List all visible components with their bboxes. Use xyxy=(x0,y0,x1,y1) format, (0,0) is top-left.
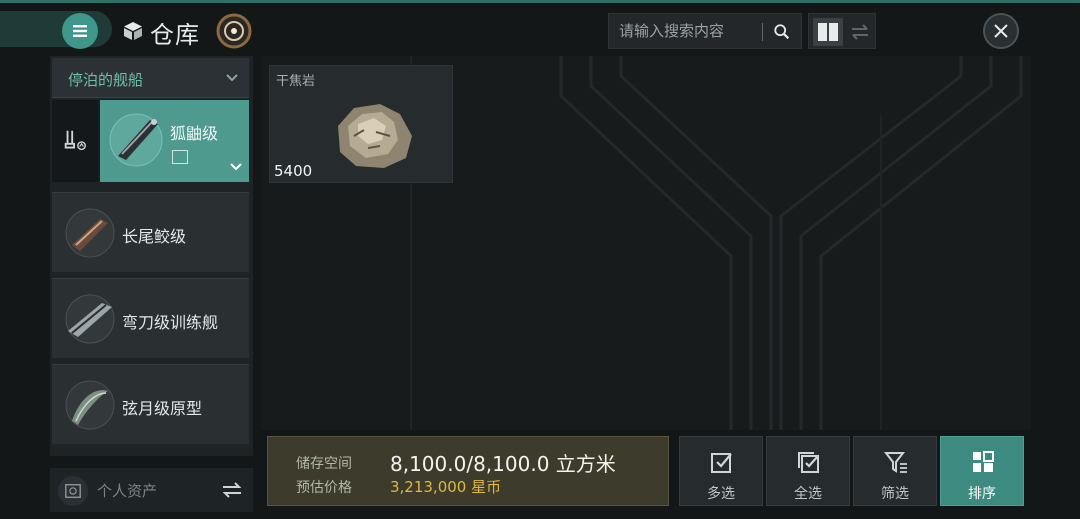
menu-button[interactable] xyxy=(62,13,98,49)
filter-label: 筛选 xyxy=(881,486,909,502)
ship-venture-icon xyxy=(109,113,163,167)
cube-icon xyxy=(124,22,142,40)
ship-sidebar: 停泊的舰船 狐鼬级 长尾鲛级 弯刀级训练舰 弦月级原型 xyxy=(50,56,253,456)
filter-icon xyxy=(883,452,907,473)
multi-select-label: 多选 xyxy=(707,486,735,502)
inventory-panel: 干焦岩 5400 xyxy=(261,56,1031,430)
search-separator xyxy=(762,23,763,41)
header: 仓库 xyxy=(0,3,1080,53)
fitting-icon xyxy=(64,130,86,151)
close-button[interactable] xyxy=(983,13,1019,49)
multi-select-button[interactable]: 多选 xyxy=(679,436,763,506)
price-value: 3,213,000 星币 xyxy=(390,478,502,496)
ship-name: 弯刀级训练舰 xyxy=(122,313,219,332)
search-input[interactable] xyxy=(619,19,759,43)
select-all-button[interactable]: 全选 xyxy=(766,436,850,506)
storage-label: 储存空间 xyxy=(296,456,352,472)
ship-velator-icon xyxy=(65,294,115,344)
ship-type-icon xyxy=(172,150,188,164)
view-toggle xyxy=(808,13,876,49)
ship-item[interactable]: 弦月级原型 xyxy=(52,364,249,444)
grid-icon xyxy=(818,23,838,41)
sort-label: 排序 xyxy=(968,486,996,502)
close-icon xyxy=(994,24,1008,38)
inventory-item[interactable]: 干焦岩 5400 xyxy=(269,65,453,183)
search-box xyxy=(608,13,802,49)
docked-ships-dropdown[interactable]: 停泊的舰船 xyxy=(52,58,249,98)
swap-icon xyxy=(222,482,242,498)
search-button[interactable] xyxy=(769,19,795,45)
chevron-down-icon xyxy=(226,74,238,82)
ship-card-selected[interactable]: 狐鼬级 xyxy=(100,100,249,182)
swap-icon[interactable] xyxy=(849,21,871,43)
storage-info-panel: 储存空间 8,100.0/8,100.0 立方米 预估价格 3,213,000 … xyxy=(267,436,669,506)
price-label: 预估价格 xyxy=(296,480,352,496)
ship-name-active: 狐鼬级 xyxy=(170,124,219,143)
ship-prototype-icon xyxy=(65,380,115,430)
ship-name: 长尾鲛级 xyxy=(122,227,187,246)
badge-icon[interactable] xyxy=(215,12,253,50)
page-title: 仓库 xyxy=(150,21,200,49)
storage-value: 8,100.0/8,100.0 立方米 xyxy=(390,452,616,476)
select-all-label: 全选 xyxy=(794,486,822,502)
personal-assets-button[interactable]: 个人资产 xyxy=(50,468,253,512)
assets-icon-wrap xyxy=(58,476,88,506)
filter-button[interactable]: 筛选 xyxy=(853,436,937,506)
ore-icon xyxy=(338,104,412,168)
ship-name: 弦月级原型 xyxy=(122,399,203,418)
menu-icon xyxy=(73,25,87,37)
docked-ships-label: 停泊的舰船 xyxy=(68,71,144,89)
checkbox-icon xyxy=(711,453,732,473)
sort-grid-icon xyxy=(973,451,994,472)
grid-view-button[interactable] xyxy=(813,18,843,46)
search-icon xyxy=(774,24,790,40)
check-all-icon xyxy=(798,452,819,473)
item-name: 干焦岩 xyxy=(276,74,316,89)
ship-item-active[interactable]: 狐鼬级 xyxy=(52,100,249,182)
ship-thresher-icon xyxy=(65,208,115,258)
personal-assets-label: 个人资产 xyxy=(97,482,158,500)
sort-button[interactable]: 排序 xyxy=(940,436,1024,506)
ship-item[interactable]: 弯刀级训练舰 xyxy=(52,278,249,358)
ship-fitting-button[interactable] xyxy=(52,100,98,182)
chevron-down-icon[interactable] xyxy=(229,160,243,174)
safe-icon xyxy=(65,483,81,499)
item-quantity: 5400 xyxy=(274,162,313,180)
ship-item[interactable]: 长尾鲛级 xyxy=(52,192,249,272)
